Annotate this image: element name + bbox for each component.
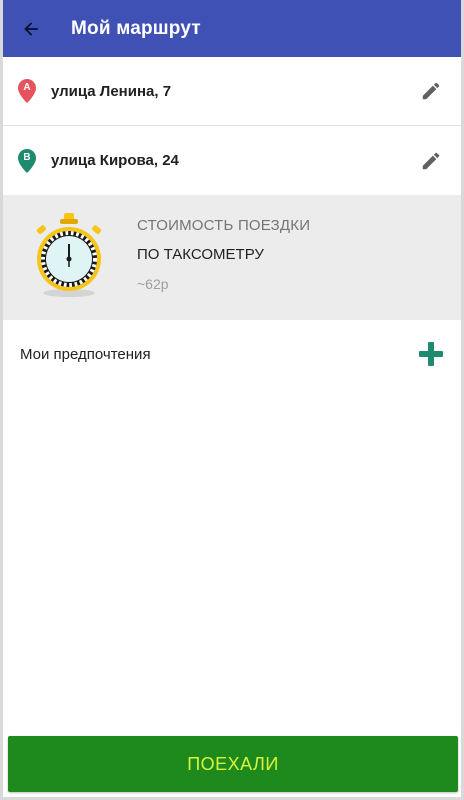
route-point-b[interactable]: B улица Кирова, 24 — [3, 126, 461, 195]
route-point-a[interactable]: A улица Ленина, 7 — [3, 57, 461, 126]
plus-icon — [419, 342, 443, 366]
fare-price: ~62р — [137, 276, 169, 292]
marker-a-letter: A — [23, 82, 31, 93]
marker-b-letter: B — [23, 151, 31, 163]
pencil-icon — [422, 82, 440, 100]
preferences-label: Мои предпочтения — [20, 345, 151, 363]
app-screen: Мой маршрут A улица Ленина, 7 B улица Ки… — [0, 0, 464, 800]
fare-card[interactable]: СТОИМОСТЬ ПОЕЗДКИ ПО ТАКСОМЕТРУ ~62р — [3, 195, 461, 320]
go-button[interactable]: ПОЕХАЛИ — [8, 736, 458, 792]
marker-a-icon: A — [18, 79, 36, 103]
stopwatch-icon — [36, 213, 102, 297]
marker-b-icon: B — [18, 148, 36, 173]
fare-type: ПО ТАКСОМЕТРУ — [137, 246, 264, 263]
arrow-back-icon — [24, 21, 38, 36]
page-title: Мой маршрут — [71, 17, 201, 39]
fare-label: СТОИМОСТЬ ПОЕЗДКИ — [137, 217, 311, 234]
address-b: улица Кирова, 24 — [51, 152, 179, 169]
edit-address-b-button[interactable] — [407, 137, 455, 185]
preferences-row[interactable]: Мои предпочтения — [3, 320, 461, 388]
back-button[interactable] — [7, 0, 55, 57]
add-preference-button[interactable] — [409, 332, 453, 376]
app-bar: Мой маршрут — [3, 0, 461, 57]
address-a: улица Ленина, 7 — [51, 82, 172, 100]
pencil-icon — [422, 152, 440, 169]
edit-address-a-button[interactable] — [407, 67, 455, 115]
